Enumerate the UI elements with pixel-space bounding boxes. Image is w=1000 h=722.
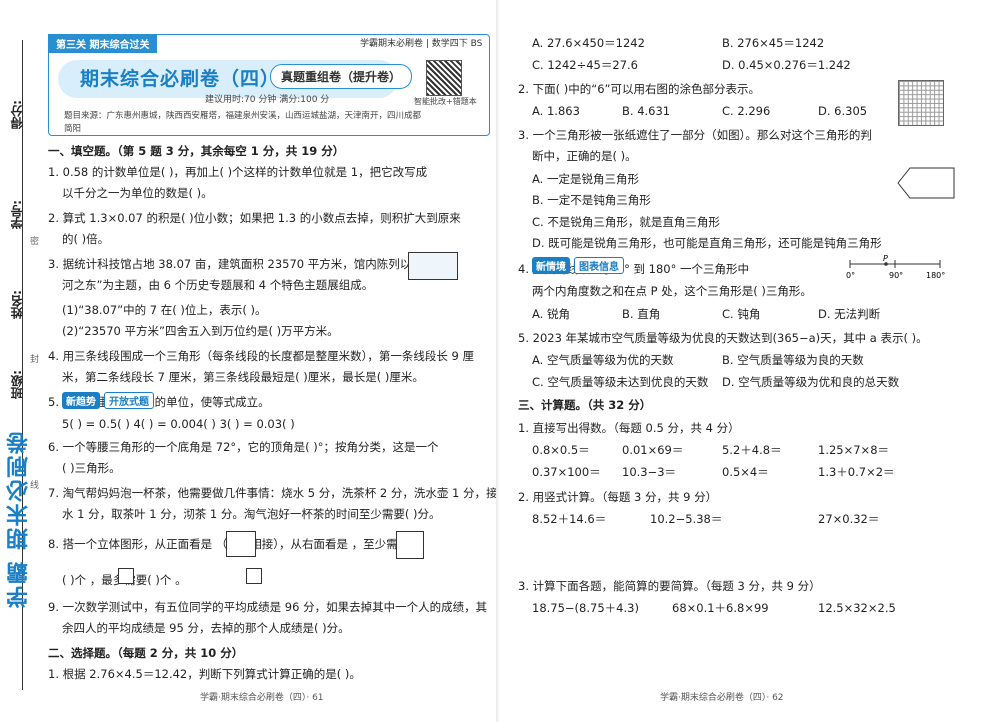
- time-score-meta: 建议用时:70 分钟 满分:100 分: [205, 95, 330, 105]
- question-line: D. 6.305: [818, 104, 868, 118]
- question-line: 68×0.1＋6.8×99: [672, 601, 769, 615]
- question-line: 0.8×0.5＝: [532, 443, 590, 457]
- section-heading: 二、选择题。（每题 2 分，共 10 分）: [48, 646, 244, 660]
- question-line: 3. 据统计科技馆占地 38.07 亩，建筑面积 23570 平方米，馆内陈列以…: [48, 257, 429, 271]
- right-page: A. 27.6×450＝1242 B. 276×45＝1242 C. 1242÷45…: [500, 0, 1000, 722]
- section-heading: 一、填空题。（第 5 题 3 分，其余每空 1 分，共 19 分）: [48, 144, 345, 158]
- covered-triangle-figure: [897, 167, 955, 199]
- question-line: 10.3−3＝: [622, 465, 677, 479]
- binding-mark-feng: 封: [30, 355, 40, 365]
- question-line: 的( )倍。: [62, 232, 110, 246]
- question-line: 2. 用竖式计算。（每题 3 分，共 9 分）: [518, 490, 718, 504]
- angle-number-line: 0° P 90° 180°: [846, 254, 945, 280]
- question-line: (1)“38.07”中的 7 在( )位上，表示( )。: [62, 303, 267, 317]
- question-line: B. 276×45＝1242: [722, 36, 825, 50]
- question-line: D. 0.45×0.276＝1.242: [722, 58, 851, 72]
- binding-mark-mi: 密: [30, 237, 40, 247]
- axis-label-zero: 0°: [846, 271, 855, 280]
- question-line: B. 空气质量等级为良的天数: [722, 353, 864, 367]
- question-line: B. 直角: [622, 307, 661, 321]
- building-illustration: [408, 252, 458, 280]
- question-line: D. 既可能是锐角三角形，也可能是直角三角形，还可能是钝角三角形: [532, 236, 882, 250]
- question-line: 米，第二条线段长 7 厘米，第三条线段最短是( )厘米，最长是( )厘米。: [62, 370, 424, 384]
- question-line: 10.2−5.38＝: [650, 512, 723, 526]
- question-line: 以千分之一为单位的数是( )。: [62, 186, 213, 200]
- question-source: 题目来源：广东惠州惠城，陕西西安雁塔，福建泉州安溪，山西运城盐湖，天津南开，四川…: [64, 111, 422, 134]
- question-line: 7. 淘气帮妈妈泡一杯茶，他需要做几件事情：烧水 5 分，洗茶杯 2 分，洗水壶…: [48, 486, 498, 500]
- cube-icon: [246, 568, 262, 584]
- qr-caption: 智能批改+错题本: [414, 97, 477, 106]
- question-line: A. 1.863: [532, 104, 580, 118]
- question-line: 0.5×4＝: [722, 465, 769, 479]
- hundred-grid-figure: [898, 80, 944, 126]
- question-line: 18.75−(8.75＋4.3): [532, 601, 639, 615]
- binding-strip: 得分: 学号: 姓名: 班级: 密 封 线 学霸 期末必刷卷: [0, 0, 44, 722]
- section-heading: 三、计算题。（共 32 分）: [518, 398, 652, 412]
- question-line: 5. 2023 年某城市空气质量等级为优良的天数达到(365−a)天，其中 a …: [518, 331, 928, 345]
- question-line: 水 1 分，取茶叶 1 分，沏茶 1 分。淘气泡好一杯茶的时间至少需要( )分。: [62, 507, 441, 521]
- question-line: 3. 一个三角形被一张纸遮住了一部分（如图）。那么对这个三角形的判: [518, 128, 872, 142]
- question-line: 6. 一个等腰三角形的一个底角是 72°，它的顶角是( )°；按角分类，这是一个: [48, 440, 439, 454]
- question-line: 27×0.32＝: [818, 512, 880, 526]
- question-line: 12.5×32×2.5: [818, 601, 896, 615]
- badge-new-context: 新情境: [532, 257, 570, 274]
- badge-open-question: 开放式题: [104, 392, 154, 409]
- axis-label-p: P: [883, 254, 888, 263]
- question-line: C. 空气质量等级未达到优良的天数: [532, 375, 709, 389]
- question-line: C. 不是锐角三角形，就是直角三角形: [532, 215, 720, 229]
- question-line: (2)“23570 平方米”四舍五入到万位约是( )万平方米。: [62, 324, 339, 338]
- question-line: B. 一定不是钝角三角形: [532, 193, 651, 207]
- question-line: 0.01×69＝: [622, 443, 684, 457]
- question-line: 两个内角度数之和在点 P 处，这个三角形是( )三角形。: [532, 284, 812, 298]
- question-line: 1. 直接写出得数。（每题 0.5 分，共 4 分）: [518, 421, 740, 435]
- badge-chart-info: 图表信息: [574, 257, 624, 274]
- question-line: 4. 用三条线段围成一个三角形（每条线段的长度都是整厘米数），第一条线段长 9 …: [48, 349, 475, 363]
- question-line: 0.37×100＝: [532, 465, 601, 479]
- question-line: C. 2.296: [722, 104, 771, 118]
- question-line: C. 钝角: [722, 307, 761, 321]
- question-line: D. 空气质量等级为优和良的总天数: [722, 375, 900, 389]
- question-line: 2. 算式 1.3×0.07 的积是( )位小数；如果把 1.3 的小数点去掉，…: [48, 211, 461, 225]
- question-line: 2. 下面( )中的“6”可以用右图的涂色部分表示。: [518, 82, 760, 96]
- question-line: 9. 一次数学测试中，有五位同学的平均成绩是 96 分，如果去掉其中一个人的成绩…: [48, 600, 488, 614]
- question-line: 断中，正确的是( )。: [532, 149, 637, 163]
- question-line: 1. 0.58 的计数单位是( )，再加上( )个这样的计数单位就是 1，把它改…: [48, 165, 428, 179]
- question-line: A. 27.6×450＝1242: [532, 36, 645, 50]
- question-line: 5.2＋4.8＝: [722, 443, 782, 457]
- front-view-figure: [226, 531, 256, 557]
- question-line: 1.3＋0.7×2＝: [818, 465, 895, 479]
- right-view-figure: [396, 531, 424, 559]
- question-line: 1. 根据 2.76×4.5＝12.42，判断下列算式计算正确的是( )。: [48, 667, 361, 681]
- question-line: 1.25×7×8＝: [818, 443, 890, 457]
- question-line: B. 4.631: [622, 104, 671, 118]
- left-page: 得分: 学号: 姓名: 班级: 密 封 线 学霸 期末必刷卷 第三关 期末综合过…: [0, 0, 500, 722]
- question-line: ( )三角形。: [62, 461, 121, 475]
- qr-code-icon: [426, 60, 462, 96]
- left-footer: 学霸·期末综合必刷卷（四）· 61: [200, 693, 324, 703]
- axis-label-ninety: 90°: [889, 271, 903, 280]
- question-line: 3. 计算下面各题，能简算的要简算。（每题 3 分，共 9 分）: [518, 579, 821, 593]
- question-line: C. 1242÷45＝27.6: [532, 58, 638, 72]
- cube-icon: [118, 568, 134, 584]
- question-line: D. 无法判断: [818, 307, 881, 321]
- question-line: 8.52＋14.6＝: [532, 512, 607, 526]
- level-tag: 第三关 期末综合过关: [48, 34, 158, 53]
- badge-new-trend: 新趋势: [62, 392, 100, 409]
- page-subtitle: 真题重组卷（提升卷）: [270, 64, 413, 89]
- series-label: 学霸期末必刷卷 | 数学四下 BS: [360, 39, 483, 49]
- question-line: A. 锐角: [532, 307, 570, 321]
- question-line: A. 一定是锐角三角形: [532, 172, 639, 186]
- question-line: 河之东”为主题，由 6 个历史专题展和 4 个特色主题展组成。: [62, 278, 374, 292]
- question-line: 余四人的平均成绩是 95 分，去掉的那个人成绩是( )分。: [62, 621, 350, 635]
- question-line: 5( ) = 0.5( ) 4( ) = 0.004( ) 3( ) = 0.0…: [62, 417, 295, 431]
- right-footer: 学霸·期末综合必刷卷（四）· 62: [660, 693, 784, 703]
- page-title: 期末综合必刷卷（四）: [80, 68, 281, 90]
- brand-logo: 学霸 期末必刷卷: [7, 430, 32, 608]
- axis-label-180: 180°: [926, 271, 945, 280]
- question-line: A. 空气质量等级为优的天数: [532, 353, 674, 367]
